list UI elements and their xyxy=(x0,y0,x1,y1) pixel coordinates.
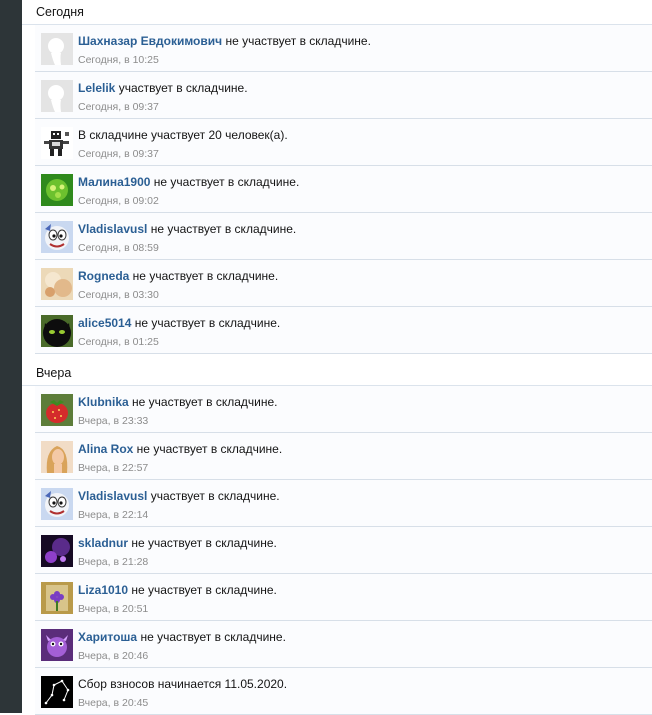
timestamp: Сегодня, в 08:59 xyxy=(78,242,159,254)
activity-text: В складчине участвует 20 человек(а). xyxy=(78,128,288,142)
list-item: В складчине участвует 20 человек(а). Сег… xyxy=(35,119,652,166)
list-item: Шахназар Евдокимович не участвует в скла… xyxy=(35,25,652,72)
system-robot-avatar-icon xyxy=(41,127,73,159)
list-item: Rogneda не участвует в складчине. Сегодн… xyxy=(35,260,652,307)
username-link[interactable]: Rogneda xyxy=(78,269,129,283)
timestamp: Сегодня, в 09:37 xyxy=(78,101,159,113)
list-item: Харитоша не участвует в складчине. Вчера… xyxy=(35,621,652,668)
timestamp: Вчера, в 20:45 xyxy=(78,697,149,709)
timestamp: Сегодня, в 01:25 xyxy=(78,336,159,348)
activity-text: Сбор взносов начинается 11.05.2020. xyxy=(78,677,288,691)
timestamp: Вчера, в 22:57 xyxy=(78,462,149,474)
timestamp: Вчера, в 20:51 xyxy=(78,603,149,615)
green-avatar-icon[interactable] xyxy=(41,174,73,206)
timestamp: Сегодня, в 09:37 xyxy=(78,148,159,160)
list-item: Vladislavusl участвует в складчине. Вчер… xyxy=(35,480,652,527)
activity-feed-panel: Сегодня Шахназар Евдокимович не участвуе… xyxy=(22,0,652,715)
woman-portrait-avatar-icon[interactable] xyxy=(41,441,73,473)
username-link[interactable]: Liza1010 xyxy=(78,583,128,597)
timestamp: Вчера, в 20:46 xyxy=(78,650,149,662)
feed-list-today: Шахназар Евдокимович не участвует в скла… xyxy=(22,25,652,354)
list-item: Liza1010 не участвует в складчине. Вчера… xyxy=(35,574,652,621)
username-link[interactable]: Alina Rox xyxy=(78,442,133,456)
activity-text: не участвует в складчине. xyxy=(131,316,281,330)
default-avatar-icon[interactable] xyxy=(41,33,73,65)
list-item: Малина1900 не участвует в складчине. Сег… xyxy=(35,166,652,213)
black-cat-avatar-icon[interactable] xyxy=(41,315,73,347)
list-item: Сбор взносов начинается 11.05.2020. Вчер… xyxy=(35,668,652,715)
purple-creature-avatar-icon[interactable] xyxy=(41,629,73,661)
list-item: Alina Rox не участвует в складчине. Вчер… xyxy=(35,433,652,480)
timestamp: Сегодня, в 09:02 xyxy=(78,195,159,207)
activity-text: не участвует в складчине. xyxy=(128,583,277,597)
section-title: Сегодня xyxy=(36,5,84,19)
activity-text: не участвует в складчине. xyxy=(128,395,278,409)
activity-text: не участвует в складчине. xyxy=(222,34,371,48)
activity-text: не участвует в складчине. xyxy=(128,536,277,550)
purple-dark-avatar-icon[interactable] xyxy=(41,535,73,567)
section-header-today: Сегодня xyxy=(22,0,652,25)
flower-avatar-icon[interactable] xyxy=(41,268,73,300)
list-item: skladnur не участвует в складчине. Вчера… xyxy=(35,527,652,574)
activity-text: не участвует в складчине. xyxy=(147,222,297,236)
username-link[interactable]: Vladislavusl xyxy=(78,222,147,236)
timestamp: Сегодня, в 03:30 xyxy=(78,289,159,301)
activity-text: не участвует в складчине. xyxy=(150,175,300,189)
cartoon-avatar-icon[interactable] xyxy=(41,488,73,520)
timestamp: Вчера, в 22:14 xyxy=(78,509,149,521)
activity-text: не участвует в складчине. xyxy=(129,269,279,283)
list-item: Lelelik участвует в складчине. Сегодня, … xyxy=(35,72,652,119)
username-link[interactable]: Vladislavusl xyxy=(78,489,147,503)
list-item: Vladislavusl не участвует в складчине. С… xyxy=(35,213,652,260)
left-edge-strip xyxy=(0,0,22,713)
activity-text: участвует в складчине. xyxy=(147,489,280,503)
username-link[interactable]: Малина1900 xyxy=(78,175,150,189)
activity-text: участвует в складчине. xyxy=(115,81,248,95)
feed-list-yesterday: Klubnika не участвует в складчине. Вчера… xyxy=(22,386,652,715)
constellation-avatar-icon xyxy=(41,676,73,708)
username-link[interactable]: Klubnika xyxy=(78,395,129,409)
activity-text: не участвует в складчине. xyxy=(137,630,286,644)
timestamp: Вчера, в 21:28 xyxy=(78,556,149,568)
section-title: Вчера xyxy=(36,366,72,380)
list-item: Klubnika не участвует в складчине. Вчера… xyxy=(35,386,652,433)
list-item: alice5014 не участвует в складчине. Сего… xyxy=(35,307,652,354)
username-link[interactable]: Lelelik xyxy=(78,81,115,95)
cartoon-avatar-icon[interactable] xyxy=(41,221,73,253)
username-link[interactable]: Шахназар Евдокимович xyxy=(78,34,222,48)
default-avatar-icon[interactable] xyxy=(41,80,73,112)
purple-flower-avatar-icon[interactable] xyxy=(41,582,73,614)
activity-text: не участвует в складчине. xyxy=(133,442,283,456)
username-link[interactable]: Харитоша xyxy=(78,630,137,644)
username-link[interactable]: skladnur xyxy=(78,536,128,550)
timestamp: Вчера, в 23:33 xyxy=(78,415,149,427)
strawberry-avatar-icon[interactable] xyxy=(41,394,73,426)
username-link[interactable]: alice5014 xyxy=(78,316,131,330)
section-header-yesterday: Вчера xyxy=(22,361,652,386)
timestamp: Сегодня, в 10:25 xyxy=(78,54,159,66)
